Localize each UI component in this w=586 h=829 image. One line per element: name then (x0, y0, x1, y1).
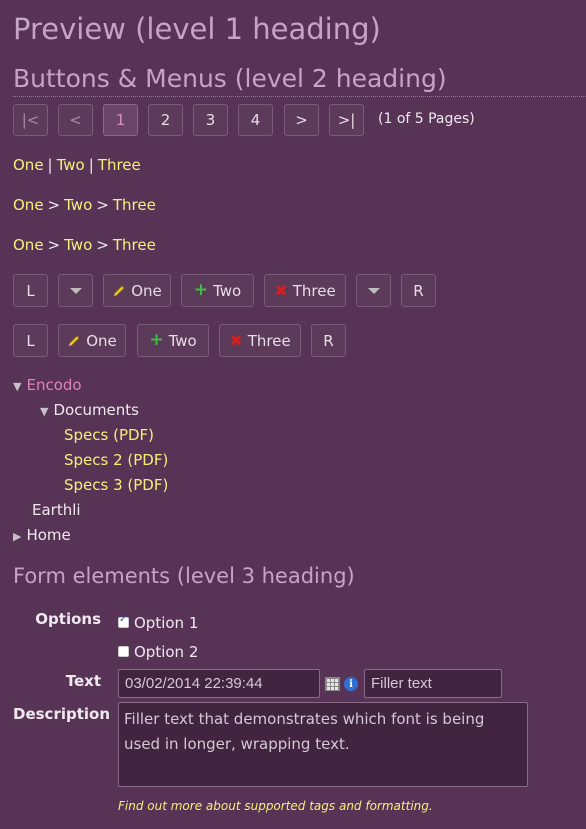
tree-item-label: Documents (53, 401, 139, 419)
two-button-label: Two (168, 331, 197, 350)
options-label: Options (35, 610, 101, 628)
toolbar-left-button[interactable]: L (13, 274, 48, 307)
breadcrumb-item[interactable]: Two (64, 196, 92, 214)
two-button[interactable]: + Two (137, 324, 209, 357)
breadcrumb-item[interactable]: One (13, 196, 44, 214)
one-button[interactable]: One (58, 324, 126, 357)
plus-icon: + (193, 280, 209, 300)
description-textarea[interactable]: Filler text that demonstrates which font… (118, 702, 528, 787)
option-1-label[interactable]: Option 1 (134, 614, 198, 632)
collapsed-triangle-icon: ▶ (13, 530, 22, 543)
section-heading-form: Form elements (level 3 heading) (13, 564, 355, 588)
expanded-triangle-icon: ▼ (13, 380, 22, 393)
info-icon[interactable]: i (344, 677, 358, 691)
delete-icon: ✖ (229, 330, 243, 350)
pencil-icon (68, 334, 80, 347)
pager-next-button[interactable]: > (284, 104, 319, 136)
description-label: Description (13, 705, 111, 723)
formatting-help-link[interactable]: Find out more about supported tags and f… (118, 799, 433, 813)
tree-item-specs[interactable]: Specs (PDF) (64, 426, 154, 444)
breadcrumb-separator: > (47, 236, 61, 254)
pager-page-2[interactable]: 2 (148, 104, 183, 136)
option-2-row: Option 2 (118, 641, 198, 661)
breadcrumb-item[interactable]: Three (113, 196, 156, 214)
one-button[interactable]: One (103, 274, 171, 307)
calendar-icon[interactable] (325, 677, 340, 691)
option-2-checkbox[interactable] (118, 646, 129, 657)
pager-page-1[interactable]: 1 (103, 104, 138, 136)
pager-page-4[interactable]: 4 (238, 104, 273, 136)
section-heading-buttons: Buttons & Menus (level 2 heading) (13, 64, 447, 93)
breadcrumb-item[interactable]: Two (57, 156, 85, 174)
heading-divider (13, 96, 586, 97)
tree-item-label: Encodo (26, 376, 82, 394)
tree-item-label: Home (26, 526, 71, 544)
delete-icon: ✖ (274, 280, 288, 300)
toolbar-right-button[interactable]: R (401, 274, 436, 307)
page-title: Preview (level 1 heading) (13, 12, 381, 46)
text-label: Text (65, 672, 101, 690)
breadcrumb-arrow-alt: One > Two > Three (13, 236, 156, 254)
tree-item-home[interactable]: ▶ Home (13, 526, 71, 544)
plus-icon: + (149, 330, 164, 350)
dropdown-button[interactable] (356, 274, 391, 307)
filler-text-input[interactable] (364, 669, 502, 698)
breadcrumb-item[interactable]: Three (98, 156, 141, 174)
breadcrumb-separator: | (47, 156, 53, 174)
breadcrumb-arrow: One > Two > Three (13, 196, 156, 214)
option-1-checkbox[interactable] (118, 614, 129, 628)
one-button-label: One (86, 331, 117, 350)
expanded-triangle-icon: ▼ (40, 405, 49, 418)
breadcrumb-item[interactable]: Two (64, 236, 92, 254)
three-button[interactable]: ✖ Three (219, 324, 301, 357)
datetime-input[interactable] (118, 669, 320, 698)
pencil-icon (113, 284, 125, 297)
breadcrumb-item[interactable]: Three (113, 236, 156, 254)
tree-item-specs-3[interactable]: Specs 3 (PDF) (64, 476, 168, 494)
tree-item-encodo[interactable]: ▼ Encodo (13, 376, 82, 394)
three-button-label: Three (247, 331, 291, 350)
chevron-down-icon (367, 287, 380, 294)
breadcrumb-separator: > (96, 196, 109, 214)
two-button[interactable]: + Two (181, 274, 254, 307)
breadcrumb-item[interactable]: One (13, 236, 44, 254)
two-button-label: Two (213, 281, 242, 300)
tree-item-earthli[interactable]: Earthli (32, 501, 81, 519)
three-button[interactable]: ✖ Three (264, 274, 346, 307)
pager-page-3[interactable]: 3 (193, 104, 228, 136)
breadcrumb-separator: > (96, 236, 109, 254)
breadcrumb-pipe: One | Two | Three (13, 156, 141, 174)
dropdown-button[interactable] (58, 274, 93, 307)
pager-info: (1 of 5 Pages) (378, 111, 475, 127)
toolbar-right-button[interactable]: R (311, 324, 346, 357)
pager-prev-button[interactable]: < (58, 104, 93, 136)
chevron-down-icon (69, 287, 82, 294)
pager-last-button[interactable]: >| (329, 104, 364, 136)
option-1-row: Option 1 (118, 612, 198, 632)
breadcrumb-separator: | (88, 156, 94, 174)
breadcrumb-separator: > (47, 196, 61, 214)
one-button-label: One (131, 281, 162, 300)
tree-item-specs-2[interactable]: Specs 2 (PDF) (64, 451, 168, 469)
three-button-label: Three (292, 281, 336, 300)
tree-item-documents[interactable]: ▼ Documents (40, 401, 139, 419)
breadcrumb-item[interactable]: One (13, 156, 44, 174)
toolbar-left-button[interactable]: L (13, 324, 48, 357)
pager-first-button[interactable]: |< (13, 104, 48, 136)
option-2-label[interactable]: Option 2 (134, 643, 198, 661)
